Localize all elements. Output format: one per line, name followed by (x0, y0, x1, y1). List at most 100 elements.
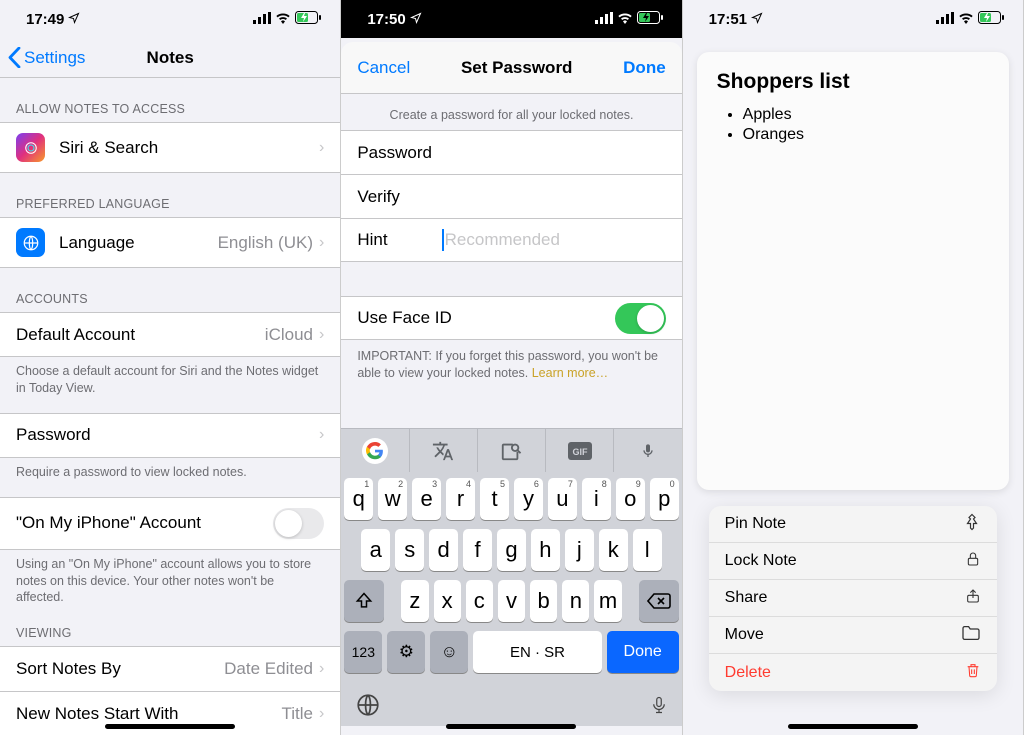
key-w[interactable]: w2 (378, 478, 407, 520)
face-id-toggle[interactable] (615, 303, 666, 334)
numeric-key[interactable]: 123 (344, 631, 382, 673)
chevron-left-icon (8, 47, 21, 68)
share-icon (965, 586, 981, 611)
lock-note-button[interactable]: Lock Note (709, 543, 997, 580)
share-label: Share (725, 589, 965, 607)
delete-key[interactable] (639, 580, 679, 622)
hint-field-row[interactable]: Hint (341, 218, 681, 262)
password-row[interactable]: Password › (0, 413, 340, 458)
gif-icon: GIF (568, 442, 592, 460)
wifi-icon (617, 11, 633, 28)
default-account-label: Default Account (16, 325, 265, 345)
hint-input[interactable] (445, 230, 666, 250)
emoji-key[interactable]: ☺ (430, 631, 468, 673)
face-id-row[interactable]: Use Face ID (341, 296, 681, 340)
key-p[interactable]: p0 (650, 478, 679, 520)
key-q[interactable]: q1 (344, 478, 373, 520)
delete-button[interactable]: Delete (709, 654, 997, 691)
status-time: 17:49 (26, 11, 64, 28)
keyboard-done-key[interactable]: Done (607, 631, 679, 673)
key-c[interactable]: c (466, 580, 493, 622)
key-t[interactable]: t5 (480, 478, 509, 520)
new-notes-label: New Notes Start With (16, 704, 282, 724)
key-x[interactable]: x (434, 580, 461, 622)
new-notes-value: Title (282, 704, 314, 724)
verify-field-row[interactable]: Verify (341, 174, 681, 218)
google-suggestion-button[interactable] (341, 429, 409, 472)
location-icon (68, 11, 80, 28)
google-icon (362, 438, 388, 464)
password-hint-text: Create a password for all your locked no… (341, 94, 681, 130)
key-u[interactable]: u7 (548, 478, 577, 520)
pin-note-button[interactable]: Pin Note (709, 506, 997, 543)
key-b[interactable]: b (530, 580, 557, 622)
key-j[interactable]: j (565, 529, 594, 571)
key-z[interactable]: z (401, 580, 428, 622)
back-button[interactable]: Settings (8, 47, 85, 68)
cancel-button[interactable]: Cancel (357, 58, 410, 78)
sort-notes-value: Date Edited (224, 659, 313, 679)
note-preview-card[interactable]: Shoppers list Apples Oranges (697, 52, 1009, 490)
dictation-key[interactable] (650, 692, 668, 724)
key-r[interactable]: r4 (446, 478, 475, 520)
image-search-icon (500, 440, 522, 462)
password-input[interactable] (445, 143, 666, 163)
gear-icon: ⚙ (399, 642, 414, 662)
verify-field-label: Verify (357, 187, 444, 207)
on-my-iphone-toggle[interactable] (273, 508, 324, 539)
status-bar: 17:50 (341, 0, 681, 38)
status-time: 17:50 (367, 11, 405, 28)
default-account-footer: Choose a default account for Siri and th… (0, 357, 340, 403)
list-item: Apples (743, 106, 989, 124)
key-f[interactable]: f (463, 529, 492, 571)
key-h[interactable]: h (531, 529, 560, 571)
key-k[interactable]: k (599, 529, 628, 571)
home-indicator[interactable] (788, 724, 918, 729)
key-e[interactable]: e3 (412, 478, 441, 520)
voice-suggestion-button[interactable] (614, 429, 681, 472)
hint-field-label: Hint (357, 230, 442, 250)
shift-key[interactable] (344, 580, 384, 622)
note-context-menu-screen: 17:51 Shoppers list Apples Oranges (683, 0, 1024, 735)
siri-search-row[interactable]: Siri & Search › (0, 122, 340, 173)
share-button[interactable]: Share (709, 580, 997, 617)
on-my-iphone-label: "On My iPhone" Account (16, 513, 273, 533)
key-s[interactable]: s (395, 529, 424, 571)
globe-key[interactable] (355, 692, 381, 724)
settings-list[interactable]: ALLOW NOTES TO ACCESS Siri & Search › PR… (0, 78, 340, 735)
default-account-row[interactable]: Default Account iCloud › (0, 312, 340, 357)
learn-more-link[interactable]: Learn more… (532, 366, 608, 380)
globe-icon (355, 692, 381, 718)
gif-suggestion-button[interactable]: GIF (546, 429, 614, 472)
translate-suggestion-button[interactable] (410, 429, 478, 472)
key-m[interactable]: m (594, 580, 621, 622)
space-key[interactable]: EN · SR (473, 631, 601, 673)
key-d[interactable]: d (429, 529, 458, 571)
svg-text:GIF: GIF (572, 447, 588, 457)
key-g[interactable]: g (497, 529, 526, 571)
verify-input[interactable] (445, 187, 666, 207)
key-l[interactable]: l (633, 529, 662, 571)
on-my-iphone-row[interactable]: "On My iPhone" Account (0, 497, 340, 550)
key-i[interactable]: i8 (582, 478, 611, 520)
list-item: Oranges (743, 126, 989, 144)
home-indicator[interactable] (105, 724, 235, 729)
key-n[interactable]: n (562, 580, 589, 622)
key-y[interactable]: y6 (514, 478, 543, 520)
text-cursor (442, 229, 444, 251)
key-v[interactable]: v (498, 580, 525, 622)
image-suggestion-button[interactable] (478, 429, 546, 472)
done-button[interactable]: Done (623, 58, 666, 78)
settings-key[interactable]: ⚙ (387, 631, 425, 673)
move-button[interactable]: Move (709, 617, 997, 654)
battery-icon (978, 11, 1005, 28)
home-indicator[interactable] (446, 724, 576, 729)
language-value: English (UK) (218, 233, 313, 253)
key-o[interactable]: o9 (616, 478, 645, 520)
keyboard-bottom-bar (341, 686, 681, 726)
key-a[interactable]: a (361, 529, 390, 571)
lock-icon (965, 550, 981, 573)
language-row[interactable]: Language English (UK) › (0, 217, 340, 268)
sort-notes-row[interactable]: Sort Notes By Date Edited › (0, 646, 340, 691)
password-field-row[interactable]: Password (341, 130, 681, 174)
